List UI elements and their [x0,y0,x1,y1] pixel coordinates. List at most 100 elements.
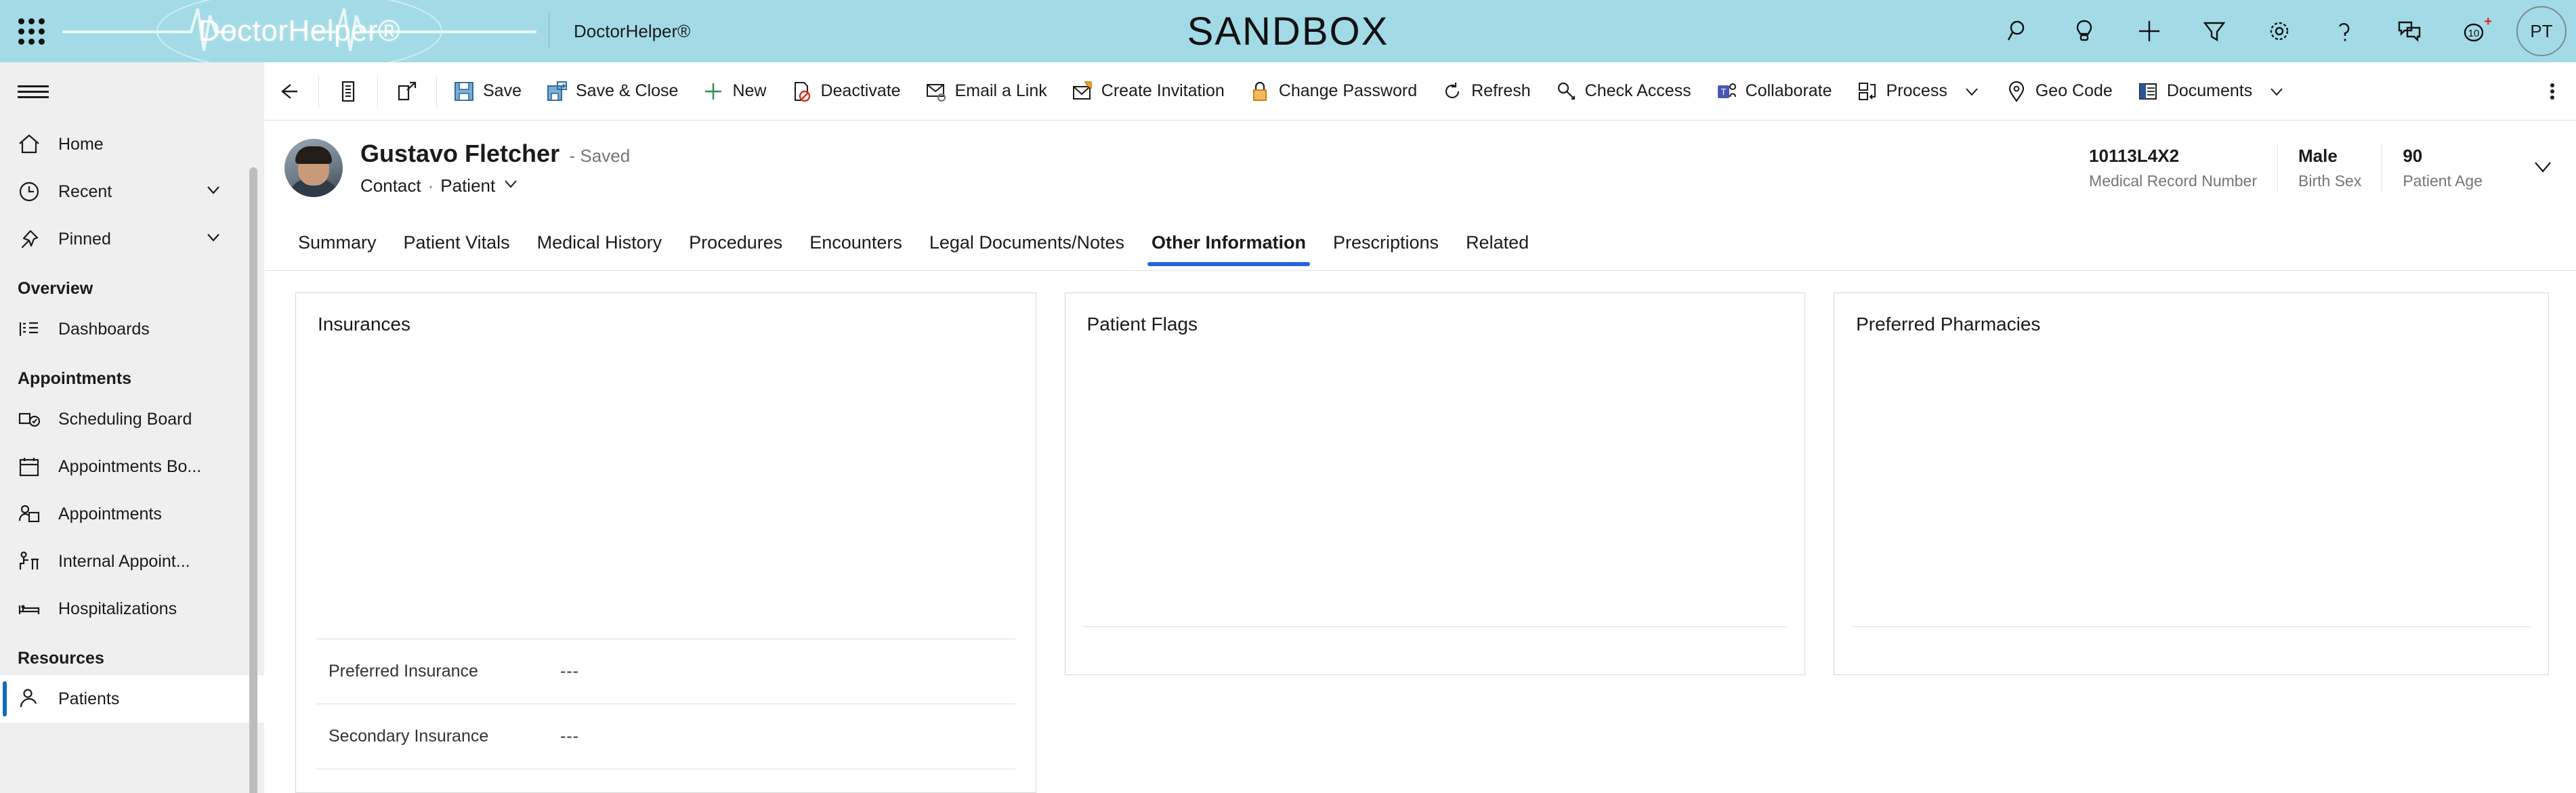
sidebar-item-hospitalizations[interactable]: Hospitalizations [0,585,264,633]
popout-button[interactable] [382,62,432,121]
sidebar-item-pinned[interactable]: Pinned [0,215,264,263]
notifications-icon[interactable]: 10 + [2442,0,2507,62]
tab-patient-vitals[interactable]: Patient Vitals [390,215,524,270]
sidebar-item-label: Scheduling Board [58,409,192,429]
change-password-label: Change Password [1278,81,1418,100]
save-icon [453,81,475,102]
tab-label: Encounters [809,232,902,253]
app-header-bar: DoctorHelper® DoctorHelper® SANDBOX 10 + [0,0,2576,62]
sidebar-item-appointments-board[interactable]: Appointments Bo... [0,443,264,490]
chevron-down-icon[interactable] [1962,82,1981,101]
filter-icon[interactable] [2182,0,2247,62]
process-icon [1857,81,1878,102]
header-field-mrn: 10113L4X2 Medical Record Number [2069,146,2277,190]
plus-icon [702,81,724,102]
field-preferred-insurance[interactable]: Preferred Insurance --- [316,639,1015,704]
field-value[interactable]: --- [560,662,579,681]
header-field-value: 10113L4X2 [2089,146,2180,166]
documents-label: Documents [2166,81,2253,100]
tab-medical-history[interactable]: Medical History [524,215,676,270]
map-pin-icon [2006,81,2027,102]
change-password-button[interactable]: Change Password [1237,62,1429,121]
app-launcher-button[interactable] [0,0,62,62]
insurances-section: Insurances Preferred Insurance --- Secon… [295,293,1036,793]
tab-label: Summary [298,232,377,253]
sidebar-group-overview: Overview [18,279,93,298]
tab-procedures[interactable]: Procedures [675,215,796,270]
user-avatar[interactable]: PT [2516,6,2567,56]
subtitle-separator: · [427,175,434,196]
insurances-section-title: Insurances [318,314,410,335]
documents-button[interactable]: Documents [2125,62,2298,121]
settings-gear-icon[interactable] [2247,0,2312,62]
chevron-down-icon[interactable] [502,175,520,197]
sidebar-group-resources: Resources [18,649,104,668]
notification-badge-plus: + [2484,14,2492,29]
sidebar-item-dashboards[interactable]: Dashboards [0,305,264,353]
sidebar-item-appointments[interactable]: Appointments [0,490,264,538]
save-button[interactable]: Save [441,62,534,121]
sidebar-scrollbar[interactable] [249,167,257,793]
sidebar-item-patients[interactable]: Patients [0,675,264,723]
form-selector-label[interactable]: Patient [440,175,495,196]
record-title-line: Gustavo Fletcher - Saved [360,140,630,168]
patient-photo[interactable] [284,139,343,197]
process-button[interactable]: Process [1844,62,1993,121]
process-label: Process [1886,81,1947,100]
field-secondary-insurance[interactable]: Secondary Insurance --- [316,704,1015,769]
collaborate-label: Collaborate [1745,81,1832,100]
tab-label: Prescriptions [1333,232,1439,253]
sitemap-toggle-button[interactable] [0,62,264,121]
geo-code-button[interactable]: Geo Code [1993,62,2125,121]
sidebar-item-home[interactable]: Home [0,121,264,168]
sidebar-item-recent[interactable]: Recent [0,168,264,215]
chevron-down-icon[interactable] [2267,82,2286,101]
tab-encounters[interactable]: Encounters [796,215,916,270]
tab-related[interactable]: Related [1452,215,1542,270]
refresh-button[interactable]: Refresh [1429,62,1543,121]
collaborate-button[interactable]: T Collaborate [1704,62,1844,121]
more-vertical-icon [2550,81,2554,102]
command-overflow-button[interactable] [2529,62,2576,121]
sidebar-item-scheduling-board[interactable]: Scheduling Board [0,395,264,443]
create-invitation-icon [1072,81,1093,102]
check-access-button[interactable]: Check Access [1543,62,1704,121]
calendar-icon [18,455,54,478]
tab-other-information[interactable]: Other Information [1138,215,1319,270]
chevron-down-icon[interactable] [203,227,224,252]
lightbulb-icon[interactable] [2052,0,2117,62]
chevron-down-icon[interactable] [203,179,224,205]
email-a-link-button[interactable]: Email a Link [913,62,1059,121]
quick-create-icon[interactable] [2117,0,2182,62]
sidebar-item-internal-appointments[interactable]: Internal Appoint... [0,538,264,585]
command-separator [436,74,437,108]
search-icon[interactable] [1987,0,2052,62]
deactivate-button[interactable]: Deactivate [778,62,912,121]
brand-logo-text: DoctorHelper® [198,14,401,47]
header-expand-button[interactable] [2503,154,2556,183]
entity-name-label: Contact [360,175,421,196]
create-invitation-button[interactable]: Create Invitation [1059,62,1237,121]
new-button[interactable]: New [690,62,778,121]
tab-label: Procedures [689,232,783,253]
field-value[interactable]: --- [560,727,579,746]
help-icon[interactable] [2312,0,2377,62]
header-field-label: Birth Sex [2298,172,2362,190]
tab-legal-documents-notes[interactable]: Legal Documents/Notes [916,215,1138,270]
tab-prescriptions[interactable]: Prescriptions [1319,215,1452,270]
header-field-value: 90 [2403,146,2423,166]
tab-summary[interactable]: Summary [284,215,390,270]
save-and-close-button[interactable]: Save & Close [534,62,690,121]
home-icon [18,133,54,156]
pin-icon [18,228,54,251]
deactivate-label: Deactivate [820,81,901,100]
sidebar-item-label: Pinned [58,229,111,249]
show-chart-button[interactable] [323,62,373,121]
sidebar-item-label: Home [58,134,104,154]
save-button-label: Save [483,81,522,100]
record-header: Gustavo Fletcher - Saved Contact · Patie… [264,121,2576,215]
back-button[interactable] [264,62,314,121]
sidebar-item-label: Recent [58,181,112,201]
record-titles: Gustavo Fletcher - Saved Contact · Patie… [360,140,630,197]
feedback-chat-icon[interactable] [2377,0,2442,62]
